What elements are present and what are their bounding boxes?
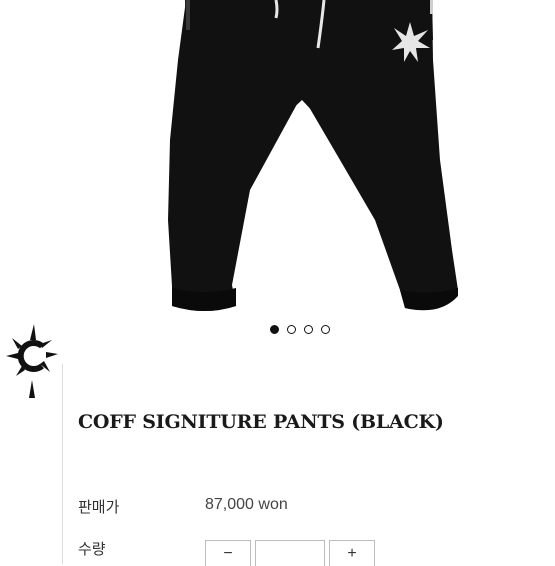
quantity-stepper: − + bbox=[205, 540, 375, 566]
quantity-label: 수량 bbox=[78, 541, 106, 558]
quantity-input[interactable] bbox=[255, 540, 325, 566]
product-title: COFF SIGNITURE PANTS (BLACK) bbox=[78, 410, 444, 433]
pants-illustration bbox=[168, 0, 458, 311]
quantity-increase-button[interactable]: + bbox=[329, 540, 375, 566]
carousel-dot-4[interactable] bbox=[321, 324, 330, 334]
price-value: 87,000 won bbox=[205, 496, 288, 513]
product-image[interactable] bbox=[0, 0, 555, 320]
brand-logo-icon[interactable] bbox=[2, 320, 62, 402]
carousel-dot-3[interactable] bbox=[304, 324, 313, 334]
carousel-dots bbox=[270, 322, 330, 336]
vertical-divider bbox=[62, 364, 63, 564]
carousel-dot-2[interactable] bbox=[287, 324, 296, 334]
quantity-decrease-button[interactable]: − bbox=[205, 540, 251, 566]
carousel-dot-1[interactable] bbox=[270, 324, 279, 334]
price-label: 판매가 bbox=[78, 499, 120, 516]
